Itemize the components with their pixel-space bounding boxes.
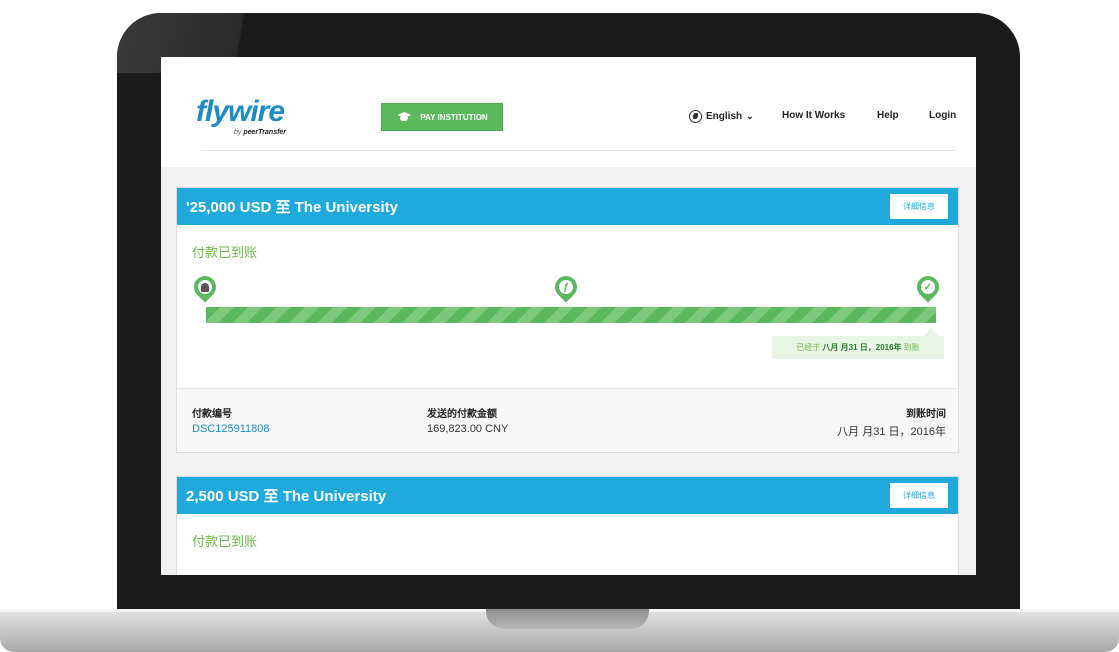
payments-area: '25,000 USD 至 The University 详细信息 付款已到账 … xyxy=(161,167,976,575)
arrival-prefix: 已经于 xyxy=(796,343,821,352)
payment-card-header: 2,500 USD 至 The University 详细信息 xyxy=(177,477,958,514)
chevron-down-icon: ⌄ xyxy=(746,111,754,121)
details-button[interactable]: 详细信息 xyxy=(890,483,948,508)
payment-status: 付款已到账 xyxy=(192,245,258,260)
person-icon xyxy=(198,280,212,294)
payment-card: '25,000 USD 至 The University 详细信息 付款已到账 … xyxy=(176,187,959,453)
header-divider xyxy=(201,150,956,151)
person-shape xyxy=(201,282,209,292)
pay-institution-label: PAY INSTITUTION xyxy=(420,112,488,122)
flywire-f-icon: ƒ xyxy=(559,280,573,294)
arrival-time-value: 八月 月31 日，2016年 xyxy=(837,426,946,438)
logo-subtitle: by peerTransfer xyxy=(234,129,286,136)
sender-pin xyxy=(189,271,221,304)
arrival-suffix: 到账 xyxy=(903,343,920,352)
delivered-pin: ✓ xyxy=(912,271,944,304)
nav-how-it-works[interactable]: How It Works xyxy=(782,110,845,121)
progress-tracker xyxy=(206,307,936,323)
arrival-note: 已经于 八月 月31 日，2016年 到账 xyxy=(772,328,944,359)
language-selector[interactable]: English ⌄ xyxy=(689,110,754,123)
payment-title: '25,000 USD 至 The University xyxy=(186,199,398,216)
logo-sub-by: by xyxy=(234,129,242,136)
arrival-time-label: 到账时间 xyxy=(906,409,946,420)
details-button[interactable]: 详细信息 xyxy=(890,194,948,219)
logo-sub-brand: peerTransfer xyxy=(243,129,287,136)
arrival-date: 八月 月31 日，2016年 xyxy=(822,343,902,352)
checkmark-icon: ✓ xyxy=(921,280,935,294)
amount-column: 发送的付款金额 169,823.00 CNY xyxy=(427,405,508,435)
payment-summary: 付款编号 DSC125911808 发送的付款金额 169,823.00 CNY… xyxy=(177,388,958,452)
payment-card: 2,500 USD 至 The University 详细信息 付款已到账 xyxy=(176,476,959,575)
payment-card-header: '25,000 USD 至 The University 详细信息 xyxy=(177,188,958,225)
flywire-logo[interactable]: flywire xyxy=(196,95,285,129)
graduation-cap-icon xyxy=(396,112,412,122)
nav-login[interactable]: Login xyxy=(929,110,956,121)
payment-id-label: 付款编号 xyxy=(192,409,232,420)
payment-title: 2,500 USD 至 The University xyxy=(186,488,387,505)
laptop-notch xyxy=(486,609,649,629)
flywire-pin: ƒ xyxy=(550,271,582,304)
amount-value: 169,823.00 CNY xyxy=(427,423,509,435)
globe-icon xyxy=(689,110,702,123)
arrival-time-column: 到账时间 八月 月31 日，2016年 xyxy=(837,405,946,439)
payment-id-link[interactable]: DSC125911808 xyxy=(192,423,269,435)
language-label: English xyxy=(706,111,743,122)
amount-label: 发送的付款金额 xyxy=(427,409,497,420)
payment-id-column: 付款编号 DSC125911808 xyxy=(192,405,269,435)
nav-help[interactable]: Help xyxy=(877,110,899,121)
laptop-screen: flywire by peerTransfer PAY INSTITUTION … xyxy=(161,57,976,575)
site-header: flywire by peerTransfer PAY INSTITUTION … xyxy=(161,57,976,152)
payment-status: 付款已到账 xyxy=(192,534,258,549)
pay-institution-button[interactable]: PAY INSTITUTION xyxy=(381,103,503,131)
